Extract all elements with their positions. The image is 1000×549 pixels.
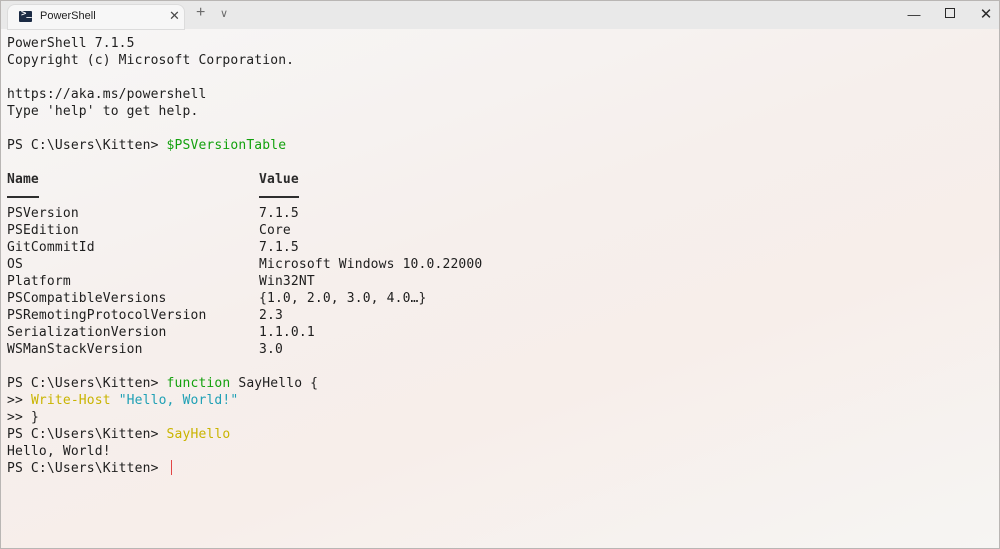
table-row: SerializationVersion 1.1.0.1 — [7, 324, 987, 341]
row-name: Platform — [7, 274, 71, 289]
prompt: PS C:\Users\Kitten> — [7, 461, 167, 476]
banner-line: Type 'help' to get help. — [7, 104, 199, 119]
new-tab-button[interactable]: + — [196, 4, 205, 22]
function-keyword: function — [166, 376, 231, 391]
output-line: Hello, World! — [7, 444, 111, 459]
row-name: GitCommitId — [7, 240, 95, 255]
terminal-output[interactable]: PowerShell 7.1.5 Copyright (c) Microsoft… — [7, 35, 987, 540]
table-header: Name Value — [7, 171, 987, 188]
row-name: PSEdition — [7, 223, 79, 238]
tab-title: PowerShell — [40, 10, 96, 22]
active-prompt-line[interactable]: PS C:\Users\Kitten> — [7, 460, 987, 477]
title-bar: >_ PowerShell ✕ + ∨ — ✕ — [1, 1, 999, 29]
command-line: PS C:\Users\Kitten> function SayHello { — [7, 375, 987, 392]
banner-line: PowerShell 7.1.5 — [7, 36, 135, 51]
tab-powershell[interactable]: >_ PowerShell ✕ — [8, 5, 184, 29]
underline — [7, 195, 39, 198]
table-row: OS Microsoft Windows 10.0.22000 — [7, 256, 987, 273]
terminal-window: >_ PowerShell ✕ + ∨ — ✕ PowerShell 7.1.5… — [0, 0, 1000, 549]
closing-brace: } — [30, 410, 39, 425]
banner-line: https://aka.ms/powershell — [7, 87, 207, 102]
table-row: PSCompatibleVersions {1.0, 2.0, 3.0, 4.0…… — [7, 290, 987, 307]
column-header-name: Name — [7, 172, 39, 187]
row-name: PSCompatibleVersions — [7, 291, 167, 306]
table-row: PSEdition Core — [7, 222, 987, 239]
table-row: WSManStackVersion 3.0 — [7, 341, 987, 358]
powershell-icon: >_ — [19, 9, 32, 22]
maximize-icon — [945, 8, 955, 19]
row-value: 7.1.5 — [259, 206, 299, 221]
function-name: SayHello { — [230, 376, 319, 391]
row-name: WSManStackVersion — [7, 342, 143, 357]
table-row: PSRemotingProtocolVersion 2.3 — [7, 307, 987, 324]
banner-line — [7, 69, 987, 86]
banner-line: Copyright (c) Microsoft Corporation. — [7, 53, 295, 68]
prompt: PS C:\Users\Kitten> — [7, 376, 167, 391]
close-tab-icon[interactable]: ✕ — [169, 8, 180, 24]
row-name: OS — [7, 257, 23, 272]
command-line: PS C:\Users\Kitten> SayHello — [7, 426, 987, 443]
row-value: Microsoft Windows 10.0.22000 — [259, 257, 483, 272]
row-value: 7.1.5 — [259, 240, 299, 255]
command-text: $PSVersionTable — [166, 138, 287, 153]
continuation-prompt: >> — [7, 393, 31, 408]
column-header-value: Value — [259, 172, 299, 187]
prompt: PS C:\Users\Kitten> — [7, 138, 167, 153]
row-value: Win32NT — [259, 274, 315, 289]
row-value: {1.0, 2.0, 3.0, 4.0…} — [259, 291, 427, 306]
table-row: Platform Win32NT — [7, 273, 987, 290]
table-row: GitCommitId 7.1.5 — [7, 239, 987, 256]
continuation-line: >> } — [7, 409, 987, 426]
row-name: SerializationVersion — [7, 325, 167, 340]
row-value: 3.0 — [259, 342, 283, 357]
continuation-prompt: >> — [7, 410, 31, 425]
row-value: 2.3 — [259, 308, 283, 323]
row-value: 1.1.0.1 — [259, 325, 315, 340]
row-name: PSVersion — [7, 206, 79, 221]
table-underline — [7, 188, 987, 205]
prompt: PS C:\Users\Kitten> — [7, 427, 167, 442]
underline — [259, 195, 299, 198]
command-line: PS C:\Users\Kitten> $PSVersionTable — [7, 137, 987, 154]
row-value: Core — [259, 223, 291, 238]
table-row: PSVersion 7.1.5 — [7, 205, 987, 222]
command-text: Write-Host — [30, 393, 111, 408]
close-window-button[interactable]: ✕ — [963, 1, 999, 29]
string-literal: "Hello, World!" — [110, 393, 239, 408]
dropdown-chevron-icon[interactable]: ∨ — [220, 7, 228, 20]
command-text: SayHello — [166, 427, 231, 442]
text-cursor — [170, 460, 172, 475]
row-name: PSRemotingProtocolVersion — [7, 308, 207, 323]
continuation-line: >> Write-Host "Hello, World!" — [7, 392, 987, 409]
